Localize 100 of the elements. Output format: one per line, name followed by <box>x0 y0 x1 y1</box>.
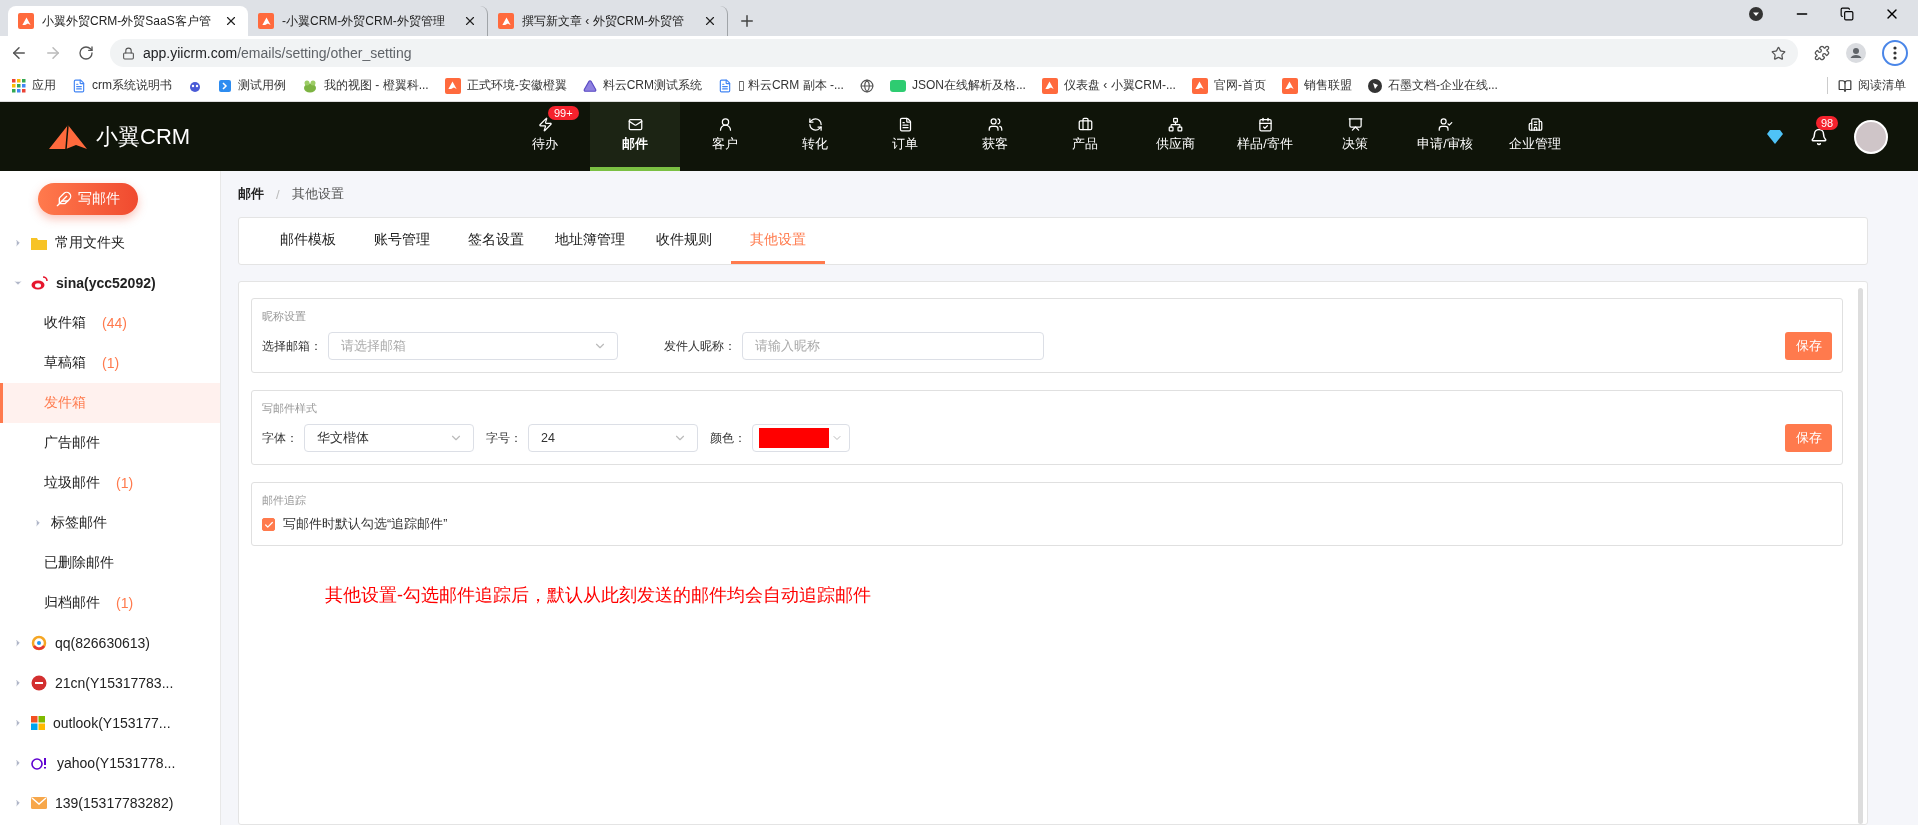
bookmark[interactable]: crm系统说明书 <box>72 77 172 94</box>
back-icon[interactable] <box>10 44 28 62</box>
avatar[interactable] <box>1854 119 1888 154</box>
account-item[interactable]: yahoo(Y1531778... <box>0 743 220 783</box>
account-item[interactable]: qq(826630613) <box>0 623 220 663</box>
extensions-icon[interactable] <box>1814 45 1830 61</box>
settings-tab[interactable]: 签名设置 <box>449 218 543 264</box>
close-icon[interactable] <box>463 14 477 28</box>
folder-label: 垃圾邮件 <box>44 474 100 492</box>
account-item[interactable]: 21cn(Y15317783... <box>0 663 220 703</box>
nav-icon <box>627 116 643 132</box>
folder-item[interactable]: 垃圾邮件 (1) <box>0 463 220 503</box>
yahoo-icon <box>31 756 49 770</box>
bookmark[interactable]: 销售联盟 <box>1281 77 1352 94</box>
nav-tab[interactable]: 决策 <box>1310 102 1400 171</box>
bookmark[interactable]: JSON在线解析及格... <box>889 77 1026 94</box>
bookmark-label: ▯ 料云CRM 副本 -... <box>738 77 844 94</box>
breadcrumb-item[interactable]: 邮件 <box>238 185 264 203</box>
logo-icon <box>1041 77 1058 94</box>
bookmark[interactable]: 料云CRM测试系统 <box>582 77 702 94</box>
bookmark[interactable]: 石墨文档-企业在线... <box>1367 77 1498 94</box>
profile-icon[interactable] <box>1846 43 1866 63</box>
close-icon[interactable] <box>224 14 238 28</box>
bookmark-star-icon[interactable] <box>1771 45 1786 61</box>
nav-tab[interactable]: 待办 99+ <box>500 102 590 171</box>
globe-icon <box>859 78 874 93</box>
folder-item[interactable]: 收件箱 (44) <box>0 303 220 343</box>
windows-icon <box>31 716 45 730</box>
folder-icon <box>31 236 47 250</box>
account-item[interactable]: sina(ycc52092) <box>0 263 220 303</box>
new-tab-icon[interactable] <box>738 12 756 30</box>
reload-icon[interactable] <box>78 45 94 61</box>
bookmark-label: 官网-首页 <box>1213 77 1266 94</box>
bookmark[interactable]: ▯ 料云CRM 副本 -... <box>718 77 844 94</box>
breadcrumb-separator: / <box>276 186 280 202</box>
bookmark[interactable]: 测试用例 <box>218 77 286 94</box>
bookmark[interactable]: 应用 <box>12 77 56 94</box>
bookmark-label: 销售联盟 <box>1303 77 1352 94</box>
frog-icon <box>302 78 318 93</box>
account-label: qq(826630613) <box>55 635 150 651</box>
folder-item[interactable]: 草稿箱 (1) <box>0 343 220 383</box>
nav-tab[interactable]: 企业管理 <box>1490 102 1580 171</box>
tab-search-icon[interactable] <box>1748 6 1764 22</box>
document-icon <box>718 78 732 93</box>
unread-count: (1) <box>102 355 120 371</box>
nav-tab[interactable]: 客户 <box>680 102 770 171</box>
settings-tab[interactable]: 收件规则 <box>637 218 731 264</box>
folder-item[interactable]: 标签邮件 <box>0 503 220 543</box>
bookmark[interactable]: 我的视图 - 橙翼科... <box>302 77 429 94</box>
address-bar[interactable]: app.yiicrm.com/emails/setting/other_setting <box>110 39 1798 67</box>
qq-mail-icon <box>31 635 47 651</box>
account-label: outlook(Y153177... <box>53 715 171 731</box>
nav-icon <box>897 116 913 132</box>
nav-tab[interactable]: 供应商 <box>1130 102 1220 171</box>
folder-label: 草稿箱 <box>44 354 86 372</box>
folder-item[interactable]: 归档邮件 (1) <box>0 583 220 623</box>
logo-icon <box>444 77 461 94</box>
bookmark[interactable]: 官网-首页 <box>1191 77 1266 94</box>
folder-item[interactable]: 广告邮件 <box>0 423 220 463</box>
settings-tab[interactable]: 邮件模板 <box>261 218 355 264</box>
folder-item[interactable]: 已删除邮件 <box>0 543 220 583</box>
scrollbar[interactable] <box>1858 288 1863 824</box>
nav-tab[interactable]: 获客 <box>950 102 1040 171</box>
nav-tab[interactable]: 转化 <box>770 102 860 171</box>
reading-list-button[interactable]: 阅读清单 <box>1827 77 1906 94</box>
nav-tab[interactable]: 样品/寄件 <box>1220 102 1310 171</box>
menu-button[interactable] <box>1882 40 1908 66</box>
bookmark-label: 测试用例 <box>238 77 286 94</box>
bookmark[interactable]: 正式环境-安徽橙翼 <box>444 77 567 94</box>
color-picker[interactable] <box>752 424 850 452</box>
account-label: yahoo(Y1531778... <box>57 755 176 771</box>
bell-icon[interactable] <box>1810 127 1828 146</box>
logo-icon <box>1281 77 1298 94</box>
apps-grid-icon <box>12 78 26 93</box>
folder-label: 发件箱 <box>44 394 86 412</box>
nav-tab[interactable]: 订单 <box>860 102 950 171</box>
browser-tab[interactable]: 小翼外贸CRM-外贸SaaS客户管 <box>8 6 248 36</box>
select-field[interactable]: 华文楷体 <box>304 424 474 452</box>
bookmark[interactable]: 仪表盘 ‹ 小翼CRM-... <box>1041 77 1176 94</box>
bookmark-label: 应用 <box>32 77 56 94</box>
close-icon[interactable] <box>703 14 717 28</box>
bookmark-label: 正式环境-安徽橙翼 <box>466 77 567 94</box>
unread-count: (44) <box>102 315 127 331</box>
settings-tab[interactable]: 账号管理 <box>355 218 449 264</box>
account-item[interactable]: 139(15317783282) <box>0 783 220 823</box>
account-item[interactable]: outlook(Y153177... <box>0 703 220 743</box>
bookmark[interactable] <box>859 78 874 93</box>
account-label: 常用文件夹 <box>55 234 125 252</box>
checkbox[interactable] <box>262 518 275 531</box>
field-label: 字号： <box>486 429 522 447</box>
nav-tab[interactable]: 产品 <box>1040 102 1130 171</box>
nav-tab[interactable]: 申请/审核 <box>1400 102 1490 171</box>
caret-icon <box>13 638 23 648</box>
account-label: 139(15317783282) <box>55 795 174 811</box>
account-item[interactable]: 常用文件夹 <box>0 223 220 263</box>
field-label: 发件人昵称： <box>664 337 736 355</box>
settings-tab[interactable]: 地址簿管理 <box>543 218 637 264</box>
nav-tab[interactable]: 邮件 <box>590 102 680 171</box>
restore-icon[interactable] <box>1840 7 1854 21</box>
select-field[interactable]: 24 <box>528 424 698 452</box>
